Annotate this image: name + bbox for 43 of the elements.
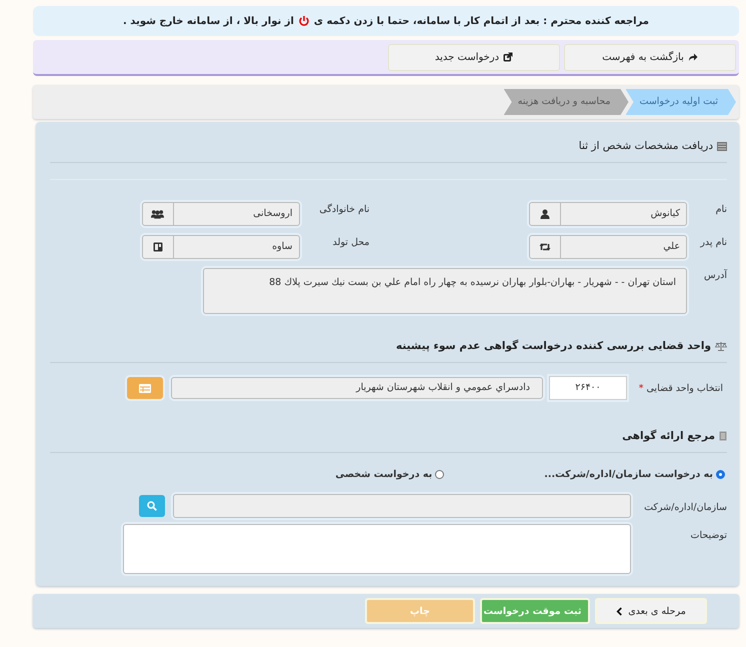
square-icon xyxy=(152,242,162,252)
document-icon xyxy=(719,431,727,441)
required-mark: * xyxy=(638,382,644,394)
field-label: نام پدر xyxy=(699,236,727,248)
code-field[interactable]: ۲۶۴۰۰ xyxy=(549,376,627,400)
footer-button[interactable]: مرحله ی بعدی xyxy=(595,598,707,624)
select-button[interactable] xyxy=(127,377,163,399)
field-label: انتخاب واحد قضایی xyxy=(646,382,723,394)
scale-icon xyxy=(715,341,727,351)
section-title: دریافت مشخصات شخص از ثنا xyxy=(578,140,713,152)
power-icon xyxy=(298,15,310,27)
input-field[interactable]: کیانوش xyxy=(529,202,687,226)
field-label: نام xyxy=(714,203,727,215)
notice-text: از نوار بالا ، از سامانه خارج شوید . xyxy=(123,16,294,26)
notice-text: مراجعه کننده محترم : بعد از اتمام کار با سامانه، حتما با زدن دکمه ی xyxy=(314,16,649,26)
list-icon xyxy=(717,142,727,150)
field-label: توضیحات xyxy=(690,529,727,541)
field-label: محل تولد xyxy=(332,236,370,248)
search-icon xyxy=(147,501,157,511)
toolbar-button[interactable]: بازگشت به فهرست xyxy=(564,44,736,70)
input-field[interactable]: اروسخانی xyxy=(142,202,300,226)
address-field[interactable]: استان تهران - - شهريار - بهاران-بلوار بهاران نرسيده به چهار راه امام علي بن بست نيك سيرت پلاك 88 xyxy=(203,268,687,314)
input-field[interactable]: علي xyxy=(529,235,687,259)
toolbar-button[interactable]: درخواست جدید xyxy=(388,44,560,70)
section-title: مرجع ارائه گواهی xyxy=(622,430,715,442)
field-label: سازمان/اداره/شرکت xyxy=(643,500,727,512)
field-label: نام خانوادگی xyxy=(318,202,370,215)
section-title: واحد قضایی بررسی کننده درخواست گواهی عدم سوء پیشینه xyxy=(396,340,711,352)
table-icon xyxy=(139,384,151,392)
input-field[interactable]: ساوه xyxy=(142,235,300,259)
share-arrow-icon xyxy=(688,52,698,62)
description-field[interactable] xyxy=(123,524,631,574)
users-icon xyxy=(151,209,164,219)
search-button[interactable] xyxy=(139,495,165,517)
radio-option[interactable]: به درخواست شخصی xyxy=(335,469,444,480)
retweet-icon xyxy=(539,242,551,252)
organization-field[interactable] xyxy=(173,494,631,518)
unit-field[interactable]: دادسراي عمومي و انقلاب شهرستان شهريار xyxy=(171,377,543,399)
field-label: آدرس xyxy=(702,268,727,281)
radio-option[interactable]: به درخواست سازمان/اداره/شرکت... xyxy=(544,469,725,480)
external-link-icon xyxy=(503,52,514,62)
user-icon xyxy=(540,209,550,219)
chevron-left-icon xyxy=(616,606,624,616)
